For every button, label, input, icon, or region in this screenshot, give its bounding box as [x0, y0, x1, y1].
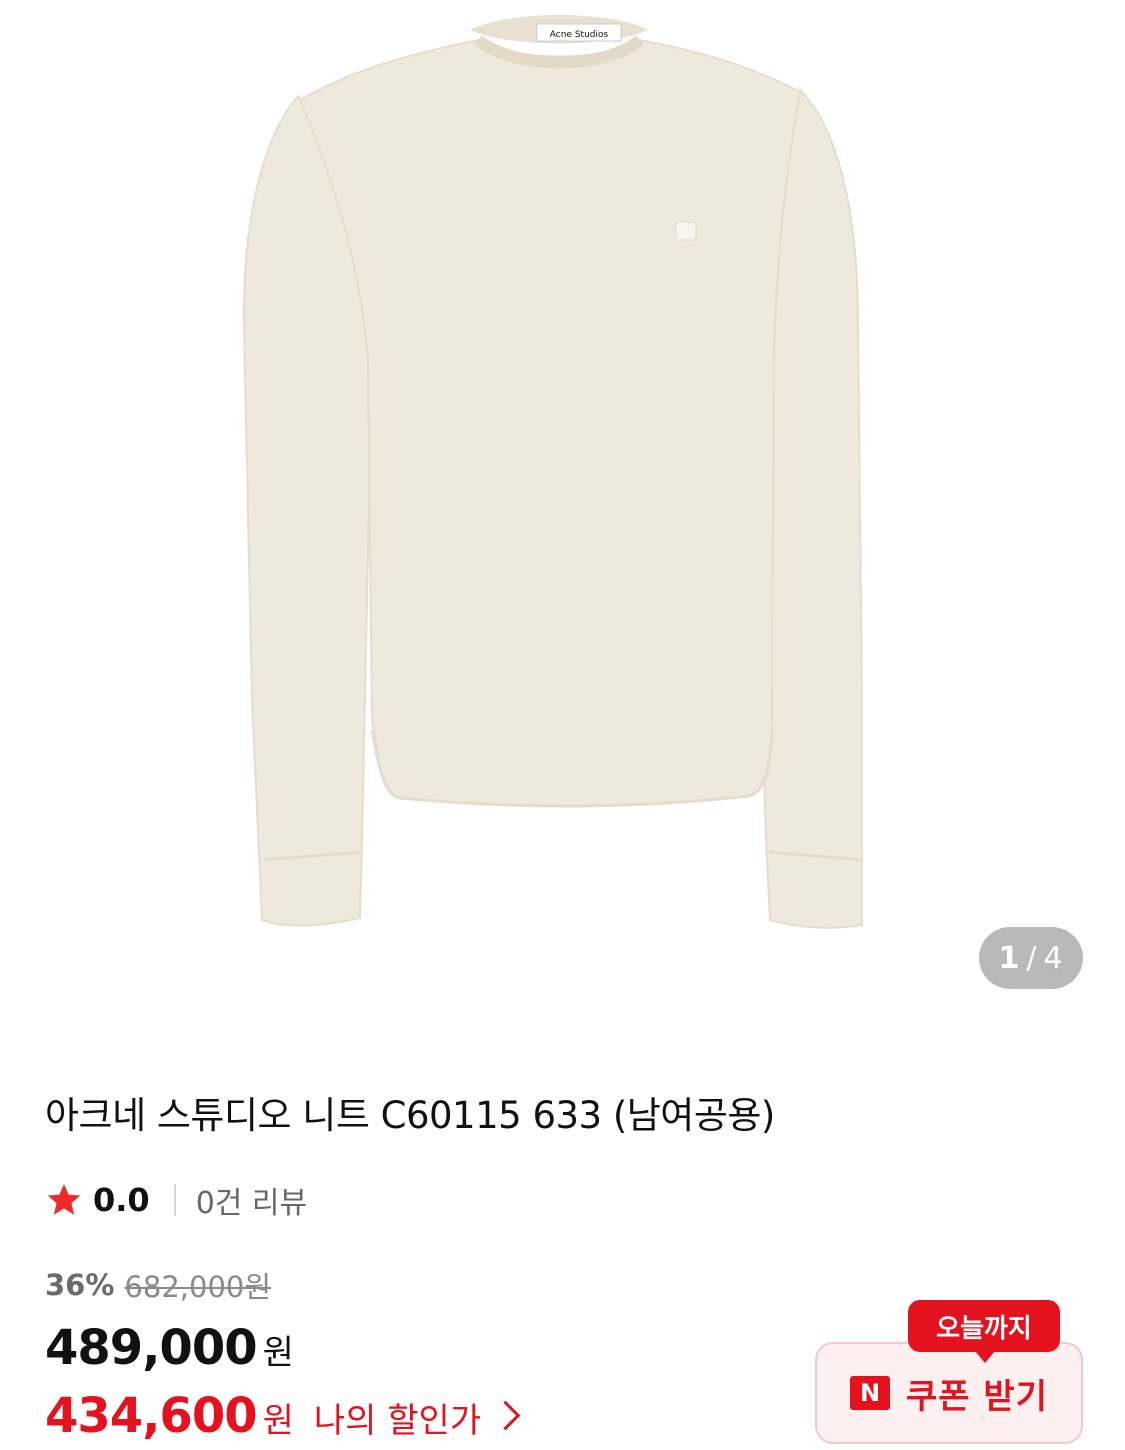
rating-row[interactable]: 0.0 0건 리뷰 [45, 1178, 307, 1222]
rating-value: 0.0 [93, 1181, 150, 1219]
page-separator: / [1026, 940, 1038, 976]
current-page: 1 [998, 940, 1021, 976]
coupon-widget[interactable]: 오늘까지 N 쿠폰 받기 [815, 1300, 1083, 1444]
review-count-link[interactable]: 0건 리뷰 [196, 1178, 307, 1222]
my-discount-price-link[interactable]: 434,600 원 나의 할인가 [45, 1388, 521, 1450]
rating-divider [173, 1184, 176, 1216]
total-pages: 4 [1043, 940, 1064, 976]
my-discount-price-label: 나의 할인가 [313, 1401, 482, 1441]
coupon-deadline-badge: 오늘까지 [908, 1300, 1060, 1352]
chevron-right-icon [490, 1400, 521, 1431]
product-image: Acne Studios [242, 15, 863, 929]
discount-rate: 36% [45, 1268, 115, 1302]
coupon-badge-tail [975, 1351, 995, 1363]
product-title: 아크네 스튜디오 니트 C60115 633 (남여공용) [45, 1094, 775, 1137]
sale-price-unit: 원 [262, 1333, 294, 1373]
brand-tag-label: Acne Studios [550, 30, 609, 40]
my-discount-price-unit: 원 [262, 1401, 294, 1441]
original-price: 682,000원 [124, 1270, 272, 1304]
product-image-gallery[interactable]: Acne Studios 1 / 4 [0, 0, 1125, 1030]
sale-price-row: 489,000 원 [45, 1320, 294, 1380]
image-page-indicator: 1 / 4 [979, 927, 1083, 989]
naver-n-icon: N [850, 1376, 891, 1410]
get-coupon-label: 쿠폰 받기 [906, 1376, 1048, 1417]
get-coupon-button[interactable]: N 쿠폰 받기 [815, 1342, 1083, 1444]
original-price-row: 36% 682,000원 [45, 1265, 271, 1305]
star-icon [47, 1183, 81, 1215]
my-discount-price: 434,600 [45, 1388, 258, 1444]
sale-price: 489,000 [45, 1320, 258, 1376]
